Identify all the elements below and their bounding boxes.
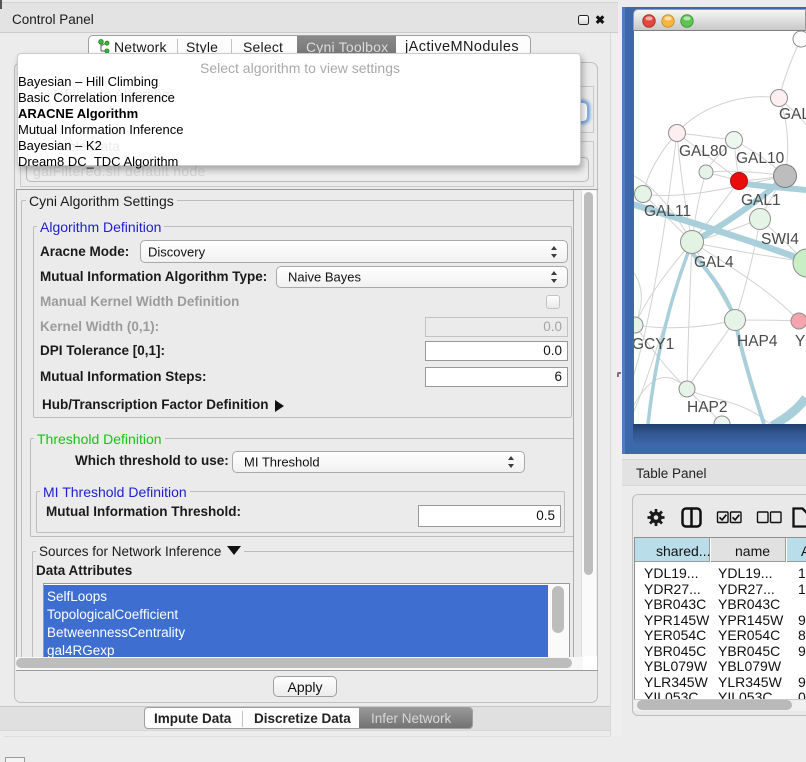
svg-text:GAL11: GAL11: [644, 203, 691, 220]
svg-text:GAL10: GAL10: [736, 150, 785, 167]
svg-text:GAL4: GAL4: [694, 254, 734, 271]
svg-text:SWI4: SWI4: [761, 231, 799, 248]
svg-text:GAL: GAL: [779, 106, 806, 123]
svg-text:GAL80: GAL80: [679, 143, 728, 160]
svg-text:HAP2: HAP2: [687, 399, 728, 416]
svg-text:GAL1: GAL1: [741, 192, 781, 209]
svg-text:HAP4: HAP4: [737, 333, 778, 350]
svg-text:Y: Y: [795, 333, 805, 350]
svg-text:GCY1: GCY1: [634, 336, 674, 353]
